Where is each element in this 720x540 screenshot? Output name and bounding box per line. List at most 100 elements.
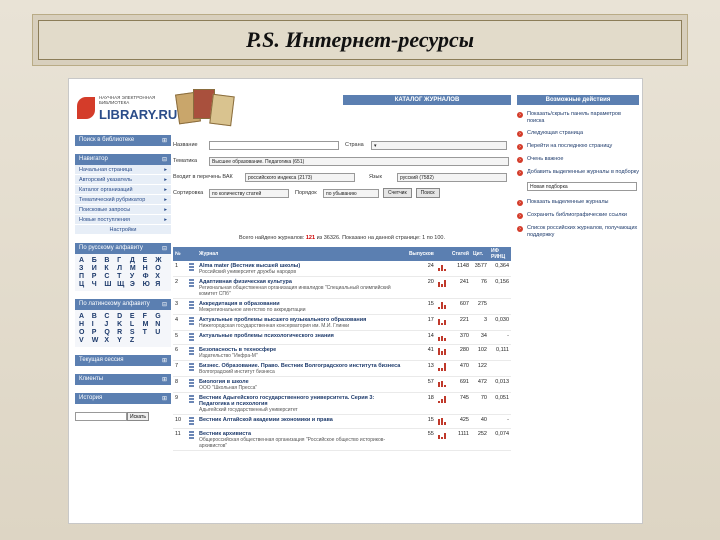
- settings-link[interactable]: Настройки: [75, 225, 171, 235]
- journal-title[interactable]: Бизнес. Образование. Право. Вестник Волг…: [199, 363, 400, 369]
- journal-title[interactable]: Вестник Алтайской академии экономики и п…: [199, 417, 333, 423]
- journal-title[interactable]: Вестник архивиста: [199, 431, 251, 437]
- collapse-icon[interactable]: ⊟: [162, 156, 167, 163]
- nav-item[interactable]: Новые поступления ▸: [75, 215, 171, 225]
- action-item[interactable]: › Перейти на последнюю страницу: [517, 143, 639, 150]
- table-row[interactable]: 6 Безопасность в техносфере Издательство…: [173, 344, 511, 361]
- journal-title[interactable]: Вестник Адыгейского государственного уни…: [199, 395, 374, 407]
- journal-title[interactable]: Безопасность в техносфере: [199, 347, 276, 353]
- nav-item[interactable]: Авторский указатель ▸: [75, 175, 171, 185]
- nav-item[interactable]: Поисковые запросы ▸: [75, 205, 171, 215]
- collapse-icon[interactable]: ⊟: [162, 301, 167, 308]
- letter-link[interactable]: Z: [130, 337, 142, 344]
- letter-link[interactable]: F: [143, 313, 155, 320]
- search-button[interactable]: Искать: [127, 412, 149, 421]
- name-input[interactable]: [209, 140, 339, 150]
- letter-link[interactable]: Щ: [117, 281, 129, 288]
- letter-link[interactable]: P: [92, 329, 104, 336]
- counter-button[interactable]: Счетчик: [383, 188, 412, 198]
- stats-chart-icon[interactable]: [435, 360, 450, 377]
- letter-link[interactable]: Э: [130, 281, 142, 288]
- journal-title[interactable]: Alma mater (Вестник высшей школы): [199, 263, 300, 269]
- letter-link[interactable]: N: [155, 321, 167, 328]
- stats-chart-icon[interactable]: [435, 392, 450, 415]
- stats-chart-icon[interactable]: [435, 330, 450, 345]
- stats-chart-icon[interactable]: [435, 276, 450, 299]
- letter-link[interactable]: М: [130, 265, 142, 272]
- nav-item[interactable]: Тематический рубрикатор ▸: [75, 195, 171, 205]
- search-input[interactable]: [75, 412, 127, 421]
- topic-select[interactable]: Высшее образование. Педагогика (651): [209, 156, 509, 166]
- letter-link[interactable]: Л: [117, 265, 129, 272]
- letter-link[interactable]: Ж: [155, 257, 167, 264]
- journal-title[interactable]: Аккредитация в образовании: [199, 301, 280, 307]
- stats-chart-icon[interactable]: [435, 314, 450, 331]
- letter-link[interactable]: У: [130, 273, 142, 280]
- action-item[interactable]: › Сохранить библиографические ссылки: [517, 212, 639, 219]
- session-header[interactable]: Текущая сессия ⊞: [75, 355, 171, 366]
- table-row[interactable]: 8 Биология в школе ООО "Школьная Пресса"…: [173, 376, 511, 393]
- action-item[interactable]: › Очень важное: [517, 156, 639, 163]
- letter-link[interactable]: I: [92, 321, 104, 328]
- navigator-header[interactable]: Навигатор ⊟: [75, 154, 171, 165]
- journal-title[interactable]: Адаптивная физическая культура: [199, 279, 292, 285]
- letter-link[interactable]: S: [130, 329, 142, 336]
- table-row[interactable]: 11 Вестник архивиста Общероссийская обще…: [173, 428, 511, 451]
- row-icons[interactable]: [187, 414, 197, 429]
- letter-link[interactable]: В: [104, 257, 116, 264]
- history-header[interactable]: История ⊞: [75, 393, 171, 404]
- letter-link[interactable]: H: [79, 321, 91, 328]
- letter-link[interactable]: К: [104, 265, 116, 272]
- collection-select[interactable]: Новая подборка: [527, 182, 637, 191]
- letter-link[interactable]: Р: [92, 273, 104, 280]
- letter-link[interactable]: Q: [104, 329, 116, 336]
- letter-link[interactable]: Б: [92, 257, 104, 264]
- country-select[interactable]: ▾: [371, 140, 507, 150]
- letter-link[interactable]: L: [130, 321, 142, 328]
- row-icons[interactable]: [187, 376, 197, 393]
- letter-link[interactable]: X: [104, 337, 116, 344]
- row-icons[interactable]: [187, 261, 197, 277]
- letter-link[interactable]: E: [130, 313, 142, 320]
- action-item[interactable]: › Показать/скрыть панель параметров поиск…: [517, 111, 639, 124]
- letter-link[interactable]: Т: [117, 273, 129, 280]
- row-icons[interactable]: [187, 360, 197, 377]
- action-item[interactable]: › Следующая страница: [517, 130, 639, 137]
- letter-link[interactable]: O: [79, 329, 91, 336]
- row-icons[interactable]: [187, 428, 197, 451]
- row-icons[interactable]: [187, 392, 197, 415]
- letter-link[interactable]: G: [155, 313, 167, 320]
- rinc-select[interactable]: российского индекса (2173): [245, 172, 355, 182]
- letter-link[interactable]: Я: [155, 281, 167, 288]
- stats-chart-icon[interactable]: [435, 428, 450, 451]
- row-icons[interactable]: [187, 344, 197, 361]
- table-row[interactable]: 10 Вестник Алтайской академии экономики …: [173, 414, 511, 429]
- collapse-icon[interactable]: ⊞: [162, 137, 167, 144]
- letter-link[interactable]: И: [92, 265, 104, 272]
- letter-link[interactable]: Ю: [143, 281, 155, 288]
- sort-select[interactable]: по количеству статей: [209, 188, 289, 198]
- table-row[interactable]: 2 Адаптивная физическая культура Региона…: [173, 276, 511, 299]
- letter-link[interactable]: T: [143, 329, 155, 336]
- journal-title[interactable]: Актуальные проблемы психологического зна…: [199, 333, 334, 339]
- letter-link[interactable]: A: [79, 313, 91, 320]
- letter-link[interactable]: С: [104, 273, 116, 280]
- latin-alphabet-header[interactable]: По латинскому алфавиту ⊟: [75, 299, 171, 310]
- letter-link[interactable]: Н: [143, 265, 155, 272]
- stats-chart-icon[interactable]: [435, 298, 450, 315]
- stats-chart-icon[interactable]: [435, 414, 450, 429]
- letter-link[interactable]: Х: [155, 273, 167, 280]
- letter-link[interactable]: V: [79, 337, 91, 344]
- letter-link[interactable]: Ц: [79, 281, 91, 288]
- collapse-icon[interactable]: ⊞: [162, 376, 167, 383]
- table-row[interactable]: 4 Актуальные проблемы высшего музыкально…: [173, 314, 511, 331]
- letter-link[interactable]: Ч: [92, 281, 104, 288]
- letter-link[interactable]: Y: [117, 337, 129, 344]
- table-row[interactable]: 1 Alma mater (Вестник высшей школы) Росс…: [173, 261, 511, 277]
- letter-link[interactable]: О: [155, 265, 167, 272]
- letter-link[interactable]: Е: [143, 257, 155, 264]
- russian-alphabet-header[interactable]: По русскому алфавиту ⊟: [75, 243, 171, 254]
- letter-link[interactable]: W: [92, 337, 104, 344]
- stats-chart-icon[interactable]: [435, 261, 450, 277]
- collapse-icon[interactable]: ⊟: [162, 245, 167, 252]
